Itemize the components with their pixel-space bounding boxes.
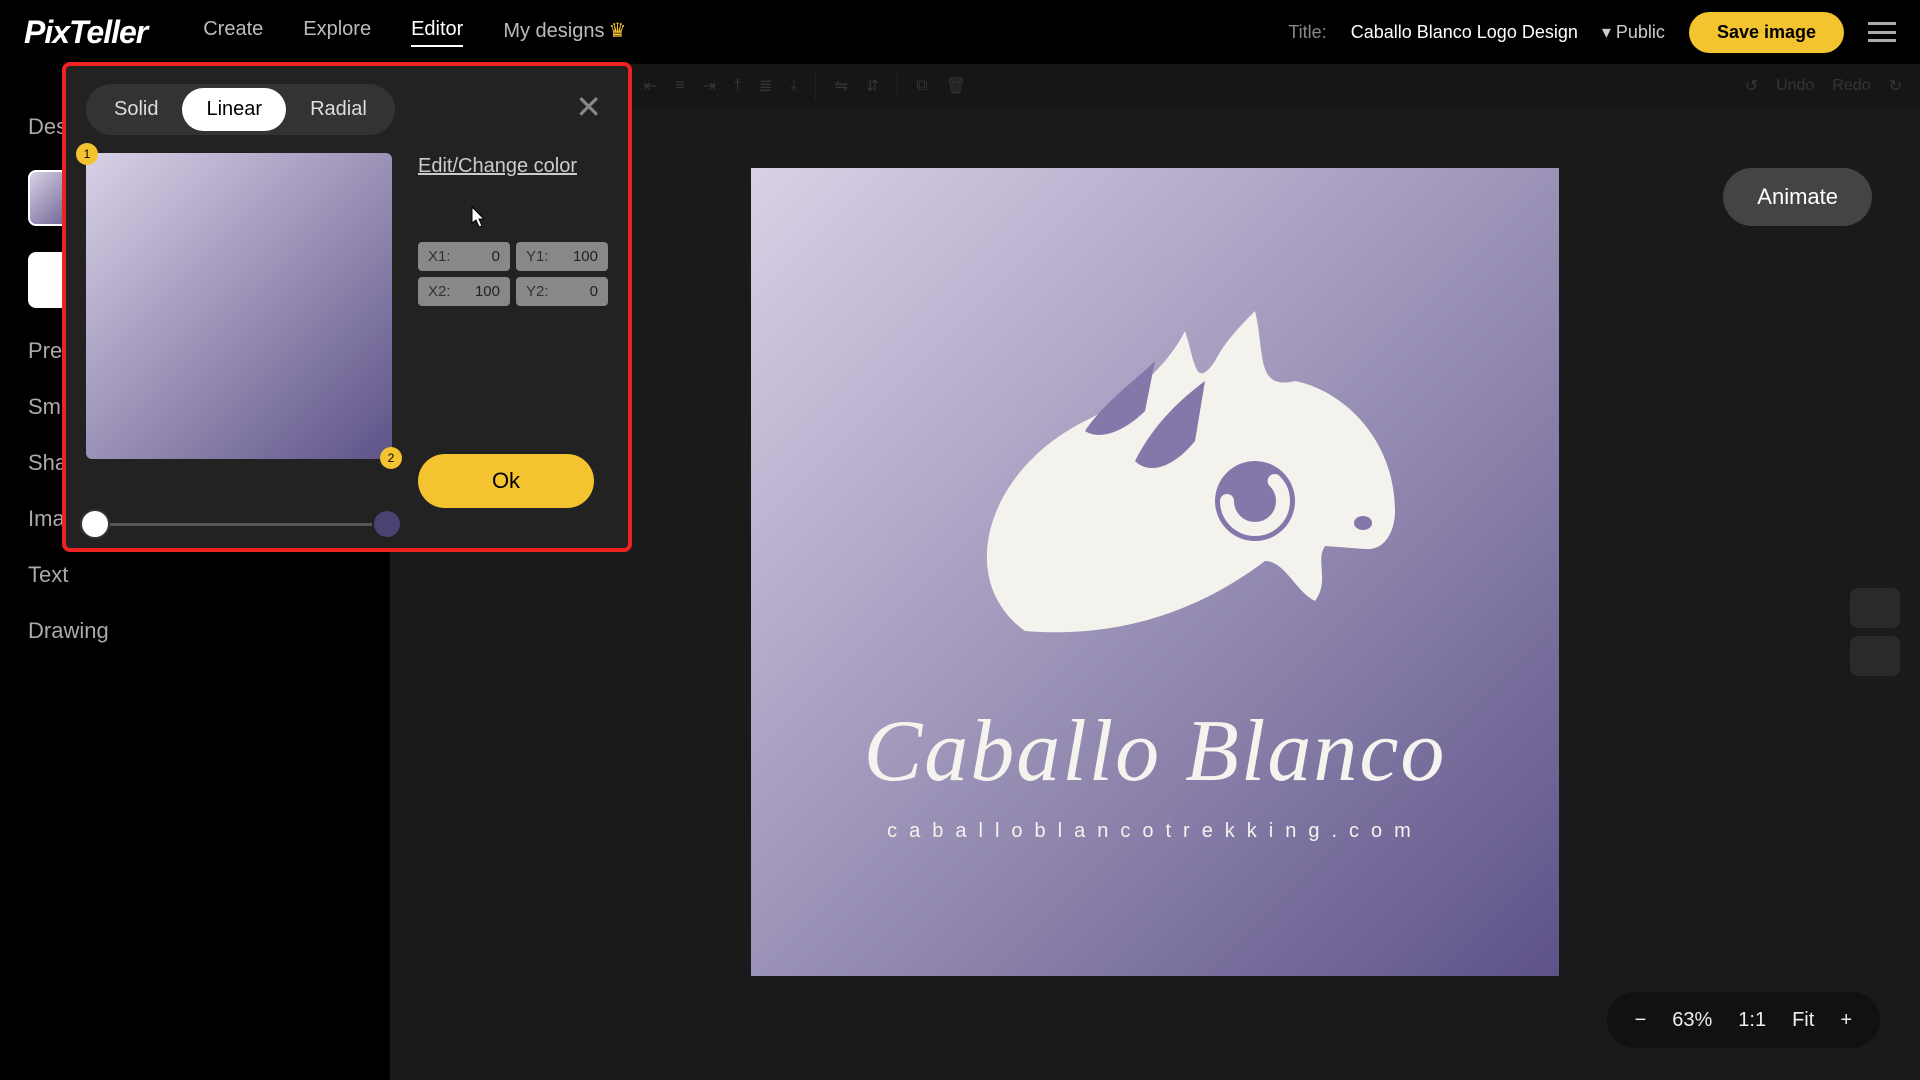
flip-v-icon[interactable]: ⇵	[866, 76, 879, 96]
nav-mydesigns[interactable]: My designs♛	[503, 18, 626, 47]
horse-logo	[895, 301, 1415, 661]
gradient-slider-handle-start[interactable]	[80, 509, 110, 539]
redo-label[interactable]: Redo	[1832, 77, 1870, 95]
align-hcenter-icon[interactable]: ≡	[675, 77, 684, 95]
cursor-pointer-icon	[466, 205, 656, 238]
visibility-toggle[interactable]: ▾ Public	[1602, 22, 1665, 43]
copy-icon[interactable]: ⧉	[916, 77, 927, 95]
align-top-icon[interactable]: ⤒	[734, 77, 741, 95]
align-vcenter-icon[interactable]: ≣	[759, 76, 772, 96]
menu-icon[interactable]	[1868, 22, 1896, 42]
save-button[interactable]: Save image	[1689, 12, 1844, 53]
nav-create[interactable]: Create	[203, 18, 263, 47]
gradient-stop-1[interactable]: 1	[76, 143, 98, 165]
redo-icon[interactable]: ↻	[1889, 76, 1902, 96]
doc-title-value[interactable]: Caballo Blanco Logo Design	[1351, 22, 1578, 43]
coord-x1-value: 0	[492, 248, 500, 265]
zoom-bar: − 63% 1:1 Fit +	[1607, 992, 1880, 1048]
gradient-popover: Solid Linear Radial ✕ 1 2 Edit/Change co…	[62, 62, 632, 552]
zoom-plus[interactable]: +	[1840, 1009, 1852, 1032]
nav-mydesigns-label: My designs	[503, 20, 604, 42]
brand-name-text: Caballo Blanco	[864, 701, 1447, 802]
popover-body: 1 2 Edit/Change color X1: 0 Y1: 100 X2: 100…	[86, 153, 608, 508]
nav-editor[interactable]: Editor	[411, 18, 463, 47]
tab-solid[interactable]: Solid	[90, 88, 182, 131]
side-panel-add[interactable]	[1850, 588, 1900, 628]
align-bottom-icon[interactable]: ⤓	[790, 77, 797, 95]
gradient-slider-handle-end[interactable]	[372, 509, 402, 539]
logo: PixTeller	[24, 14, 147, 51]
trash-icon[interactable]: 🗑	[946, 76, 966, 96]
zoom-minus[interactable]: −	[1635, 1009, 1647, 1032]
zoom-ratio[interactable]: 1:1	[1738, 1009, 1766, 1032]
zoom-percent[interactable]: 63%	[1672, 1009, 1712, 1032]
coord-x1-label: X1:	[428, 248, 451, 265]
right-side-panels	[1850, 588, 1900, 676]
coord-y2-label: Y2:	[526, 283, 549, 300]
undo-label[interactable]: Undo	[1776, 77, 1814, 95]
zoom-fit[interactable]: Fit	[1792, 1009, 1814, 1032]
coord-y2[interactable]: Y2: 0	[516, 277, 608, 306]
align-left-icon[interactable]: ⇤	[644, 76, 657, 96]
coord-x2-value: 100	[475, 283, 500, 300]
tab-linear[interactable]: Linear	[182, 88, 286, 131]
animate-button[interactable]: Animate	[1723, 168, 1872, 226]
align-right-icon[interactable]: ⇥	[702, 76, 715, 96]
ok-button[interactable]: Ok	[418, 454, 594, 508]
coord-x2[interactable]: X2: 100	[418, 277, 510, 306]
coord-y1[interactable]: Y1: 100	[516, 242, 608, 271]
coord-y1-label: Y1:	[526, 248, 549, 265]
gradient-type-tabs: Solid Linear Radial	[86, 84, 395, 135]
topbar-right: Title: Caballo Blanco Logo Design ▾ Publ…	[1288, 12, 1896, 53]
nav-explore[interactable]: Explore	[303, 18, 371, 47]
visibility-label: Public	[1616, 22, 1665, 42]
sidebar-item-drawing[interactable]: Drawing	[28, 618, 362, 644]
sidebar-item-text[interactable]: Text	[28, 562, 362, 588]
coord-y2-value: 0	[590, 283, 598, 300]
coord-x2-label: X2:	[428, 283, 451, 300]
coord-x1[interactable]: X1: 0	[418, 242, 510, 271]
gradient-slider[interactable]	[86, 523, 396, 526]
undo-icon[interactable]: ↺	[1745, 76, 1758, 96]
edit-change-color-link[interactable]: Edit/Change color	[418, 153, 577, 179]
brand-url-text: caballoblancotrekking.com	[887, 820, 1423, 843]
popover-right-col: Edit/Change color X1: 0 Y1: 100 X2: 100 Y2:…	[418, 153, 608, 508]
tab-radial[interactable]: Radial	[286, 88, 391, 131]
gradient-stop-2[interactable]: 2	[380, 447, 402, 469]
crown-icon: ♛	[608, 20, 626, 42]
top-nav: PixTeller Create Explore Editor My desig…	[0, 0, 1920, 64]
flip-h-icon[interactable]: ⇋	[834, 76, 847, 96]
gradient-preview[interactable]: 1 2	[86, 153, 392, 459]
coord-grid: X1: 0 Y1: 100 X2: 100 Y2: 0	[418, 242, 608, 306]
coord-y1-value: 100	[573, 248, 598, 265]
close-icon[interactable]: ✕	[575, 88, 602, 126]
side-panel-add2[interactable]	[1850, 636, 1900, 676]
doc-title-label: Title:	[1288, 22, 1326, 43]
design-canvas[interactable]: Caballo Blanco caballoblancotrekking.com	[751, 168, 1559, 976]
nav-links: Create Explore Editor My designs♛	[203, 18, 626, 47]
